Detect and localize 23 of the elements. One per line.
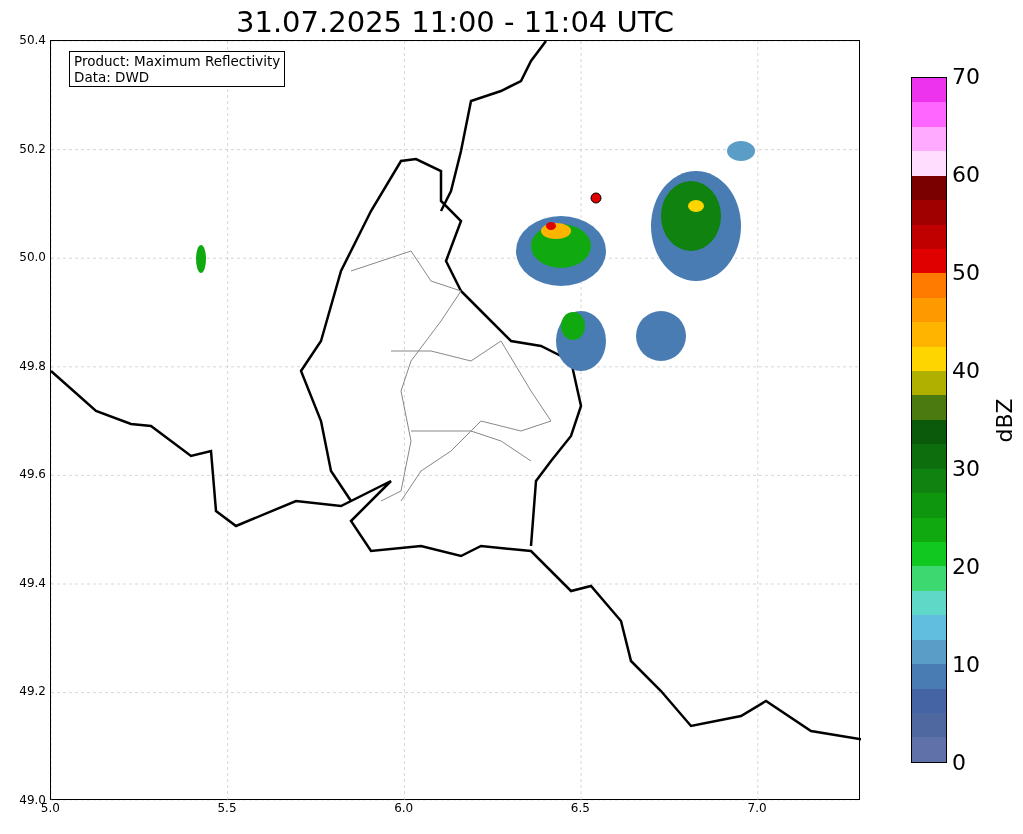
legend-text: Data: DWD [74, 69, 151, 85]
chart-title: 31.07.2025 11:00 - 11:04 UTC [235, 4, 675, 40]
y-tick-label: 50.2 [19, 141, 46, 156]
scale-tick-label: 30 [952, 457, 980, 481]
scale-tick-label: 50 [952, 261, 980, 285]
scale-tick-label: 20 [952, 555, 980, 579]
y-tick-label: 49.8 [19, 358, 46, 373]
scale-tick-label: 60 [952, 163, 980, 187]
y-tick-label: 50.4 [19, 33, 46, 47]
scale-tick-label: 40 [952, 359, 980, 383]
y-tick-label: 49.6 [19, 467, 46, 482]
x-tick-label: 7.0 [747, 801, 767, 815]
x-tick-label: 6.5 [570, 801, 590, 815]
y-tick-label: 50.0 [19, 250, 46, 265]
y-tick-label: 49.4 [19, 575, 46, 590]
legend-text: Product: Maximum Reflectivity [74, 53, 281, 69]
scale-label: dBZ [990, 397, 1018, 443]
scale-tick-label: 70 [952, 65, 980, 89]
x-tick-label: 6.0 [394, 801, 414, 815]
scale-tick-label: 0 [952, 751, 967, 775]
scale-tick-label: 10 [952, 653, 980, 677]
x-tick-label: 5.5 [217, 801, 237, 815]
y-tick-label: 49.2 [19, 684, 46, 699]
